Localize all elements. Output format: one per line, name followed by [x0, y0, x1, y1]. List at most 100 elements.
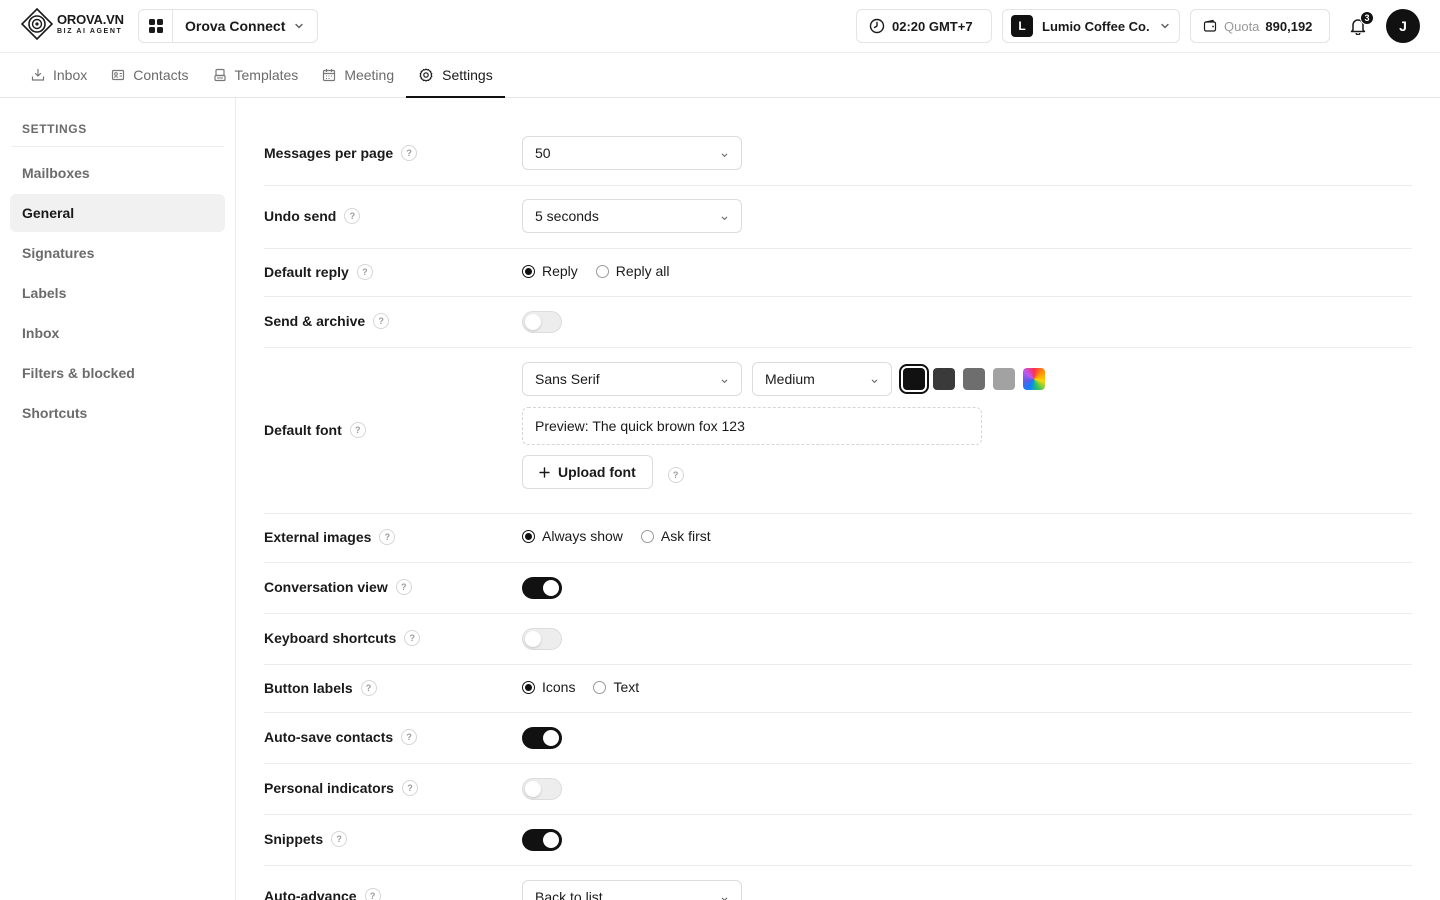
radio-button[interactable]: [522, 264, 535, 278]
sidebar-item-mailboxes[interactable]: Mailboxes: [10, 154, 225, 192]
help-icon[interactable]: ?: [401, 780, 418, 796]
clock-time: 02:20 GMT+7: [892, 18, 973, 34]
sidebar-item-signatures[interactable]: Signatures: [10, 234, 225, 272]
conversation-view-toggle[interactable]: [522, 577, 562, 599]
app-grid-button[interactable]: [139, 10, 173, 42]
select-value: Back to list: [535, 889, 603, 900]
tab-settings[interactable]: Settings: [406, 53, 505, 98]
font-color-swatches: [899, 364, 1045, 394]
plus-icon: [539, 466, 550, 478]
help-icon[interactable]: ?: [364, 888, 381, 900]
templates-icon: [213, 68, 226, 82]
radio-ask-first[interactable]: Ask first: [640, 528, 711, 544]
color-swatch-black[interactable]: [899, 364, 929, 394]
chevron-down-icon: [721, 153, 728, 158]
snippets-toggle[interactable]: [522, 829, 562, 851]
color-swatch-dark-gray[interactable]: [933, 368, 955, 390]
help-icon[interactable]: ?: [667, 466, 684, 483]
select-value: Medium: [765, 371, 815, 387]
sidebar-item-inbox[interactable]: Inbox: [10, 314, 225, 352]
radio-button[interactable]: [640, 529, 654, 543]
grid-icon: [148, 19, 163, 33]
help-icon[interactable]: ?: [349, 422, 366, 438]
undo-send-select[interactable]: 5 seconds: [522, 199, 742, 233]
radio-button[interactable]: [522, 680, 535, 694]
toggle-knob: [543, 580, 559, 596]
help-icon[interactable]: ?: [401, 729, 418, 745]
setting-label: Button labels: [264, 680, 353, 696]
help-icon[interactable]: ?: [344, 208, 361, 224]
clock-icon: [869, 18, 885, 34]
help-icon[interactable]: ?: [401, 145, 418, 161]
contacts-icon: [112, 69, 125, 81]
help-icon[interactable]: ?: [395, 579, 412, 595]
radio-button[interactable]: [522, 529, 535, 543]
radio-button[interactable]: [595, 264, 609, 278]
radio-reply[interactable]: Reply: [522, 263, 578, 279]
tab-contacts[interactable]: Contacts: [99, 53, 200, 97]
toggle-knob: [525, 314, 541, 330]
upload-font-button[interactable]: Upload font: [522, 455, 653, 489]
help-icon[interactable]: ?: [331, 831, 348, 847]
tab-templates[interactable]: Templates: [201, 53, 311, 97]
tab-inbox[interactable]: Inbox: [19, 53, 99, 97]
select-value: Sans Serif: [535, 371, 600, 387]
radio-text[interactable]: Text: [593, 679, 639, 695]
org-switcher[interactable]: L Lumio Coffee Co.: [1002, 9, 1180, 43]
radio-button[interactable]: [593, 680, 607, 694]
radio-always-show[interactable]: Always show: [522, 528, 623, 544]
setting-label: Auto-advance: [264, 888, 357, 900]
auto-advance-select[interactable]: Back to list: [522, 880, 742, 900]
user-avatar[interactable]: J: [1386, 9, 1420, 43]
inbox-icon: [31, 68, 45, 81]
sidebar-item-shortcuts[interactable]: Shortcuts: [10, 394, 225, 432]
main-tabs: Inbox Contacts Templates Meeting Setting…: [0, 53, 1440, 98]
messages-per-page-select[interactable]: 50: [522, 136, 742, 170]
app-switcher[interactable]: Orova Connect: [138, 9, 318, 43]
org-name: Lumio Coffee Co.: [1042, 18, 1150, 34]
external-images-radio-group: Always show Ask first: [522, 528, 729, 544]
notification-count-badge: 3: [1360, 11, 1374, 25]
setting-label: Auto-save contacts: [264, 729, 394, 745]
setting-external-images: External images ? Always show Ask first: [264, 514, 1412, 563]
setting-default-reply: Default reply ? Reply Reply all: [264, 249, 1412, 297]
timezone-clock[interactable]: 02:20 GMT+7: [856, 9, 992, 43]
font-size-select[interactable]: Medium: [752, 362, 892, 396]
personal-indicators-toggle[interactable]: [522, 778, 562, 800]
quota-indicator[interactable]: Quota 890,192: [1190, 9, 1330, 43]
color-swatch-light-gray[interactable]: [993, 368, 1015, 390]
tab-meeting[interactable]: Meeting: [310, 53, 406, 97]
setting-default-font: Default font ? Sans Serif Medium Preview…: [264, 348, 1412, 514]
setting-messages-per-page: Messages per page ? 50: [264, 136, 1412, 186]
notifications-button[interactable]: 3: [1340, 9, 1376, 43]
setting-snippets: Snippets ?: [264, 815, 1412, 866]
radio-reply-all[interactable]: Reply all: [595, 263, 670, 279]
font-family-select[interactable]: Sans Serif: [522, 362, 742, 396]
setting-undo-send: Undo send ? 5 seconds: [264, 186, 1412, 249]
sidebar-item-filters-blocked[interactable]: Filters & blocked: [10, 354, 225, 392]
toggle-knob: [543, 832, 559, 848]
help-icon[interactable]: ?: [379, 529, 396, 545]
color-swatch-gray[interactable]: [963, 368, 985, 390]
radio-icons[interactable]: Icons: [522, 679, 575, 695]
brand-logo[interactable]: OROVA.VN BIZ AI AGENT: [21, 8, 124, 40]
setting-send-archive: Send & archive ?: [264, 297, 1412, 348]
toggle-knob: [525, 631, 541, 647]
color-swatch-custom[interactable]: [1023, 368, 1045, 390]
setting-label: Personal indicators: [264, 780, 394, 796]
tab-label: Templates: [234, 67, 299, 83]
sidebar-item-labels[interactable]: Labels: [10, 274, 225, 312]
keyboard-shortcuts-toggle[interactable]: [522, 628, 562, 650]
help-icon[interactable]: ?: [356, 264, 373, 280]
tab-label: Inbox: [53, 67, 88, 83]
tab-label: Contacts: [133, 67, 189, 83]
send-archive-toggle[interactable]: [522, 311, 562, 333]
chevron-down-icon: [721, 379, 728, 384]
help-icon[interactable]: ?: [404, 630, 421, 646]
help-icon[interactable]: ?: [373, 313, 390, 329]
radio-label: Reply: [542, 263, 578, 279]
sidebar-item-general[interactable]: General: [10, 194, 225, 232]
auto-save-contacts-toggle[interactable]: [522, 727, 562, 749]
help-icon[interactable]: ?: [360, 680, 377, 696]
sidebar-divider: [12, 146, 224, 147]
